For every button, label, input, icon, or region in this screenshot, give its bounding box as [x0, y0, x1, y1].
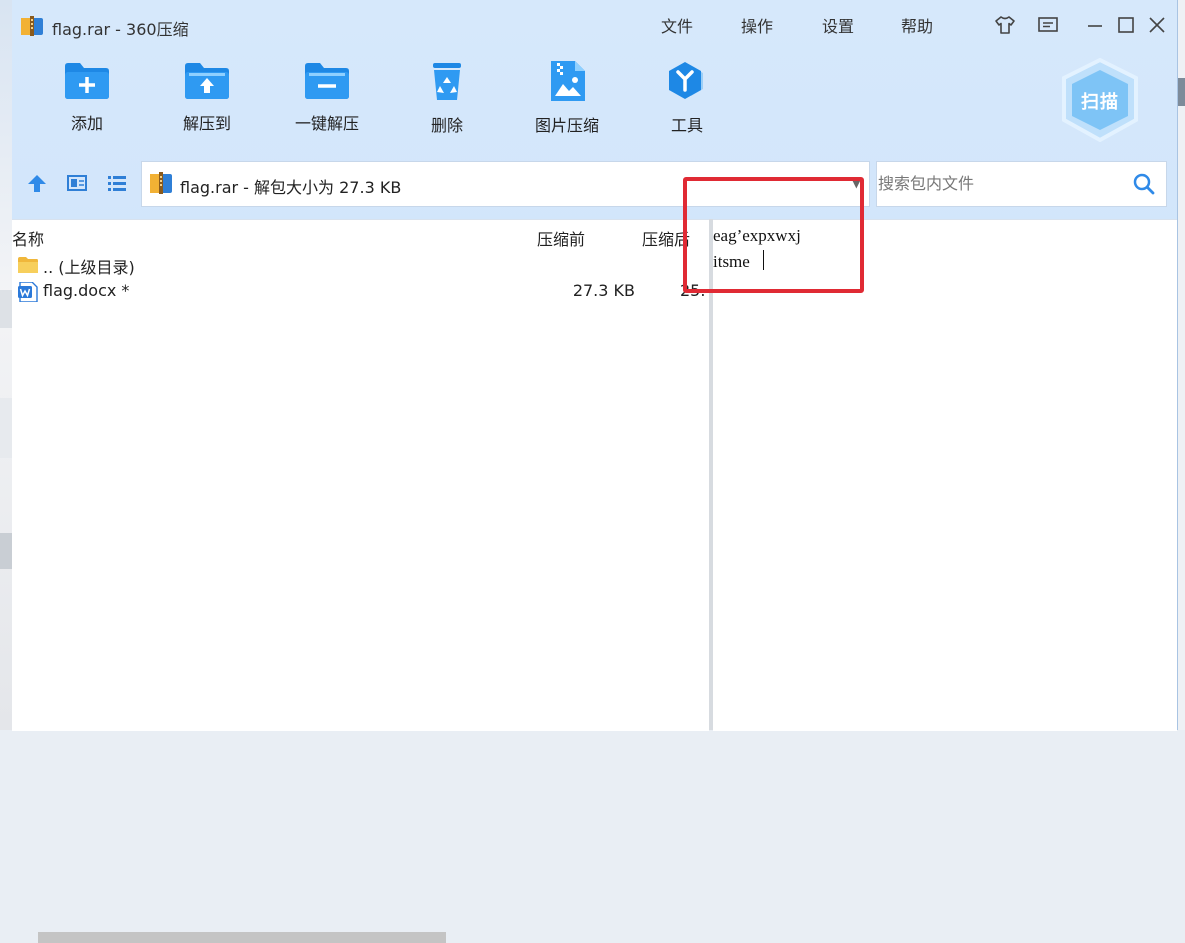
image-compress-icon	[551, 61, 585, 101]
file-size: 27.3 KB	[572, 281, 635, 300]
scan-button[interactable]: 扫描	[1058, 57, 1142, 143]
minimize-icon[interactable]	[1084, 14, 1106, 36]
image-compress-label: 图片压缩	[534, 116, 599, 135]
one-click-extract-label: 一键解压	[294, 114, 359, 133]
address-path: flag.rar - 解包大小为 27.3 KB	[180, 178, 402, 197]
list-item-flag-docx[interactable]: flag.docx * 27.3 KB 25.	[12, 279, 709, 305]
title-bar: flag.rar - 360压缩 文件 操作 设置 帮助	[12, 0, 1177, 50]
menu-help[interactable]: 帮助	[901, 13, 933, 37]
tools-label: 工具	[670, 116, 703, 135]
tools-icon	[669, 62, 703, 99]
rar-app-icon	[21, 16, 43, 36]
column-size[interactable]: 压缩前	[537, 226, 585, 250]
horizontal-scrollbar[interactable]	[38, 932, 446, 943]
column-name[interactable]: 名称	[12, 226, 44, 250]
extract-to-button[interactable]: 解压到	[159, 60, 255, 144]
up-arrow-icon[interactable]	[26, 172, 48, 194]
file-name: flag.docx *	[43, 281, 130, 300]
search-input[interactable]	[878, 163, 1118, 203]
word-doc-icon	[18, 282, 38, 302]
add-button[interactable]: 添加	[39, 60, 135, 144]
desktop-right-edge	[1177, 0, 1185, 730]
image-compress-button[interactable]: 图片压缩	[519, 60, 615, 144]
menu-settings[interactable]: 设置	[822, 13, 854, 37]
menu-operate[interactable]: 操作	[741, 13, 773, 37]
one-click-extract-button[interactable]: 一键解压	[279, 60, 375, 144]
extract-to-icon	[185, 63, 229, 99]
recycle-bin-icon	[433, 63, 461, 100]
skin-icon[interactable]	[994, 14, 1016, 36]
app-window: flag.rar - 360压缩 文件 操作 设置 帮助 添加 解压到 一键解压…	[12, 0, 1178, 943]
maximize-icon[interactable]	[1115, 14, 1137, 36]
thumbnail-view-icon[interactable]	[66, 172, 88, 194]
tools-button[interactable]: 工具	[639, 60, 735, 144]
search-box[interactable]	[876, 161, 1167, 207]
preview-pane[interactable]: eag’expxwxj itsme	[713, 219, 1177, 731]
extract-to-label: 解压到	[182, 114, 231, 133]
search-icon[interactable]	[1132, 172, 1156, 196]
add-label: 添加	[70, 114, 103, 133]
list-view-icon[interactable]	[106, 172, 128, 194]
close-icon[interactable]	[1146, 14, 1168, 36]
menu-file[interactable]: 文件	[661, 13, 693, 37]
file-list: 名称 压缩前 压缩后 .. (上级目录) flag.docx * 27.3 KB…	[12, 219, 709, 943]
add-folder-icon	[65, 63, 109, 99]
scan-label: 扫描	[1081, 92, 1119, 113]
desktop-left-edge	[0, 0, 12, 730]
folder-icon	[18, 257, 38, 273]
feedback-icon[interactable]	[1037, 14, 1059, 36]
rar-file-icon	[150, 172, 172, 194]
delete-label: 删除	[430, 116, 463, 135]
red-highlight-box	[683, 177, 864, 293]
window-title: flag.rar - 360压缩	[52, 20, 189, 39]
one-click-extract-icon	[305, 63, 349, 99]
file-name: .. (上级目录)	[43, 258, 135, 277]
list-item-parent-dir[interactable]: .. (上级目录)	[12, 252, 709, 278]
delete-button[interactable]: 删除	[399, 60, 495, 144]
